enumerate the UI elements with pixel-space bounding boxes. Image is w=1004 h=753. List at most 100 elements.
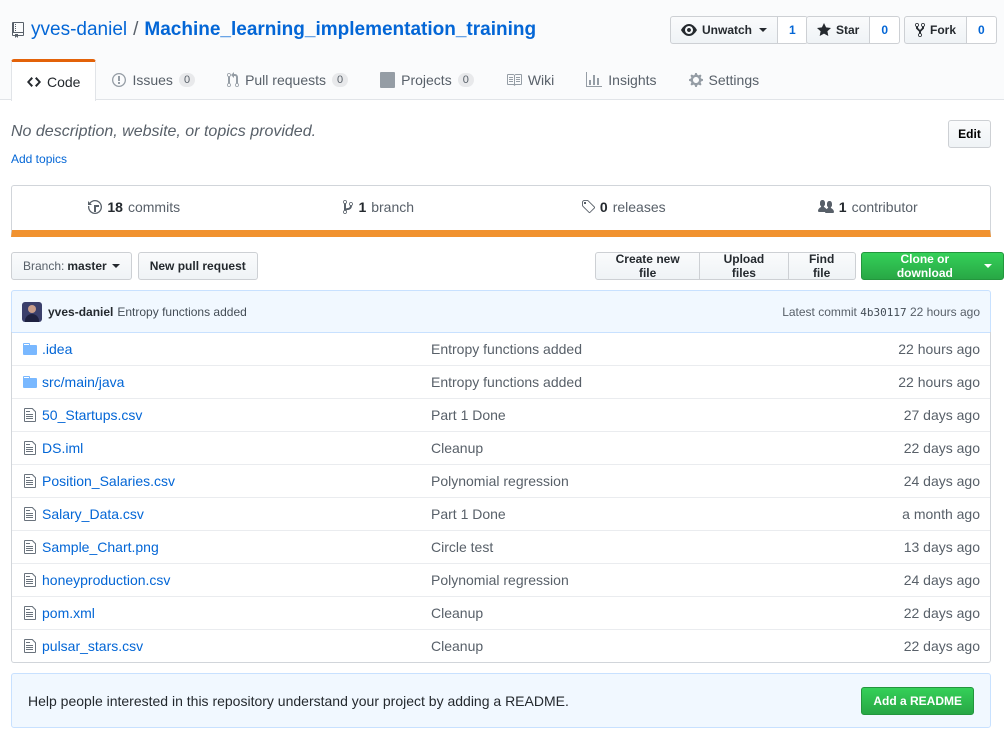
file-age: 22 days ago [903,440,980,456]
file-name-link[interactable]: src/main/java [42,374,431,390]
file-name-link[interactable]: 50_Startups.csv [42,407,431,423]
file-name-link[interactable]: pom.xml [42,605,431,621]
file-name-link[interactable]: pulsar_stars.csv [42,638,431,654]
releases-label: releases [612,199,666,215]
tab-insights-label: Insights [608,72,657,88]
file-icon [22,440,38,456]
clone-download-label: Clone or download [896,252,953,280]
pull-request-icon [227,72,240,88]
commit-author-link[interactable]: yves-daniel [48,305,113,319]
readme-prompt: Help people interested in this repositor… [11,673,991,728]
gear-icon [688,73,703,87]
eye-icon [681,24,697,36]
file-age: 22 days ago [903,605,980,621]
caret-down-icon [759,28,768,32]
graph-icon [586,72,603,87]
upload-files-button[interactable]: Upload files [700,252,789,280]
table-row: pom.xml Cleanup 22 days ago [12,596,990,629]
file-name-link[interactable]: Salary_Data.csv [42,506,431,522]
repo-owner-link[interactable]: yves-daniel [31,19,127,41]
tab-code[interactable]: Code [11,59,97,101]
file-name-link[interactable]: .idea [42,341,431,357]
file-commit-message-link[interactable]: Cleanup [431,638,904,654]
people-icon [817,200,834,213]
find-file-button[interactable]: Find file [788,252,856,280]
fork-label: Fork [930,23,957,37]
add-readme-button[interactable]: Add a README [861,686,974,715]
file-name-link[interactable]: Sample_Chart.png [42,539,431,555]
fork-button[interactable]: Fork [904,16,968,44]
forks-count[interactable]: 0 [967,16,997,44]
file-commit-message-link[interactable]: Circle test [431,539,904,555]
file-commit-message-link[interactable]: Entropy functions added [431,374,898,390]
tab-issues[interactable]: Issues 0 [96,59,211,100]
issues-counter: 0 [178,73,196,87]
clone-download-button[interactable]: Clone or download [860,252,1004,280]
file-name-link[interactable]: DS.iml [42,440,431,456]
latest-commit-label: Latest commit [782,304,857,319]
watch-group: Unwatch 1 [670,16,808,44]
file-action-group: Create new file Upload files Find file [595,252,856,280]
file-age: 22 hours ago [898,340,980,357]
table-row: honeyproduction.csv Polynomial regression… [12,563,990,596]
commit-message-link[interactable]: Entropy functions added [117,305,246,319]
book-icon [506,74,522,86]
file-commit-message-link[interactable]: Part 1 Done [431,407,904,423]
star-button[interactable]: Star [806,16,871,44]
file-commit-message-link[interactable]: Entropy functions added [431,341,898,357]
file-commit-message-link[interactable]: Cleanup [431,440,904,456]
tab-projects[interactable]: Projects 0 [364,59,490,100]
branch-select-button[interactable]: Branch: master [11,252,132,280]
readme-prompt-text: Help people interested in this repositor… [28,692,569,709]
commits-link[interactable]: 18 commits [12,186,257,230]
new-pull-request-button[interactable]: New pull request [137,252,258,280]
star-icon [817,23,831,36]
repo-separator: / [133,19,139,40]
repo-nav-tabs: Code Issues 0 Pull requests 0 Projects 0… [11,59,776,101]
table-row: pulsar_stars.csv Cleanup 22 days ago [12,629,990,662]
branch-label: branch [371,199,415,215]
file-commit-message-link[interactable]: Polynomial regression [431,473,904,489]
repo-name-link[interactable]: Machine_learning_implementation_training [144,19,536,41]
releases-link[interactable]: 0 releases [501,186,746,230]
file-icon [22,473,38,489]
table-row: Position_Salaries.csv Polynomial regressi… [12,464,990,497]
tab-code-label: Code [47,73,81,90]
table-row: Sample_Chart.png Circle test 13 days ago [12,530,990,563]
branch-icon [343,200,354,214]
file-icon [22,605,38,621]
tab-settings[interactable]: Settings [673,59,776,100]
commit-sha-link[interactable]: 4b30117 [860,306,906,319]
branch-name: master [67,259,107,273]
tab-insights[interactable]: Insights [570,59,672,100]
file-age: 22 days ago [903,638,980,654]
repo-icon [12,22,24,38]
tab-wiki-label: Wiki [527,72,555,88]
folder-icon [22,341,38,357]
file-commit-message-link[interactable]: Polynomial regression [431,572,904,588]
file-icon [22,407,38,423]
tab-pull-requests[interactable]: Pull requests 0 [211,59,364,100]
repo-header: yves-daniel / Machine_learning_implement… [0,0,1004,101]
table-row: DS.iml Cleanup 22 days ago [12,431,990,464]
avatar[interactable] [22,301,42,322]
branches-link[interactable]: 1 branch [257,186,502,230]
file-name-link[interactable]: honeyproduction.csv [42,572,431,588]
file-commit-message-link[interactable]: Part 1 Done [431,506,902,522]
stargazers-count[interactable]: 0 [870,16,901,44]
tab-wiki[interactable]: Wiki [490,59,570,100]
watchers-count[interactable]: 1 [778,16,808,44]
folder-icon [22,374,38,390]
code-icon [27,76,41,87]
file-commit-message-link[interactable]: Cleanup [431,605,904,621]
caret-down-icon [111,264,120,268]
add-topics-link[interactable]: Add topics [11,152,67,166]
unwatch-button[interactable]: Unwatch [670,16,779,44]
file-name-link[interactable]: Position_Salaries.csv [42,473,431,489]
table-row: Salary_Data.csv Part 1 Done a month ago [12,497,990,530]
latest-commit-age: 22 hours ago [909,304,980,319]
repo-title: yves-daniel / Machine_learning_implement… [11,17,536,43]
edit-description-button[interactable]: Edit [948,120,991,148]
contributors-link[interactable]: 1 contributor [746,186,991,230]
create-new-file-button[interactable]: Create new file [595,252,701,280]
